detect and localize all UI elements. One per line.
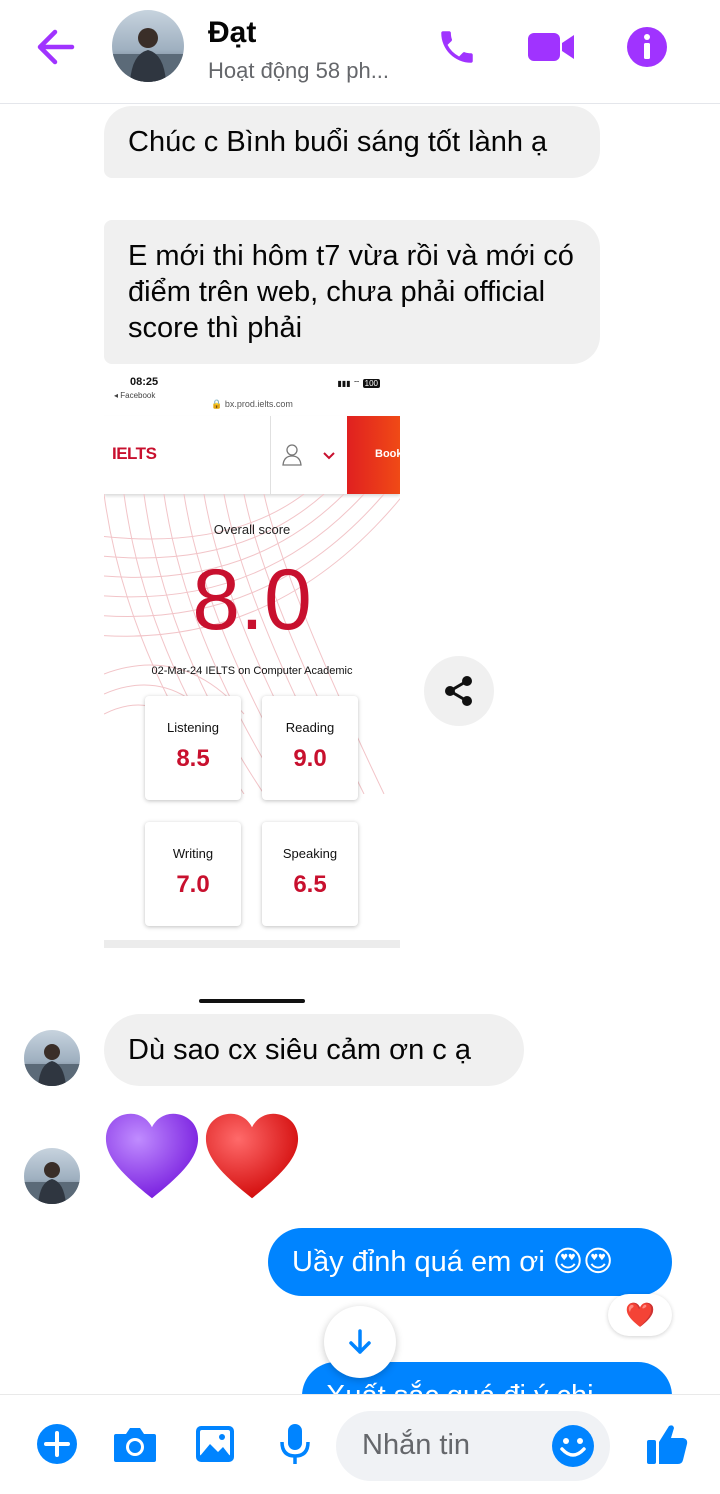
plus-icon [37,1424,77,1464]
incoming-message[interactable]: Dù sao cx siêu cảm ơn c ạ [104,1014,524,1086]
thumbs-up-icon [647,1425,688,1464]
sender-avatar[interactable] [24,1148,80,1204]
contact-name[interactable]: Đạt [208,16,256,50]
camera-icon [114,1428,156,1462]
incoming-message[interactable]: Chúc c Bình buổi sáng tốt lành ạ [104,106,600,178]
conversation-info-button[interactable] [622,22,672,72]
incoming-message[interactable]: E mới thi hôm t7 vừa rồi và mới có điểm … [104,220,600,364]
sender-avatar[interactable] [24,1030,80,1086]
message-placeholder: Nhắn tin [362,1429,471,1461]
signal-icon: ▮▮▮ ⌔ [337,379,363,388]
back-arrow-icon [37,29,75,65]
shared-image-ielts-result[interactable]: 08:25 ◂ Facebook ▮▮▮ ⌔ 100 🔒 bx.prod.iel… [104,370,400,956]
video-camera-icon [528,33,574,61]
book-button: Book [347,416,400,494]
score-card-reading: Reading 9.0 [262,696,358,800]
browser-url: 🔒 bx.prod.ielts.com [211,399,293,409]
reaction-heart-icon: ❤️ [625,1301,655,1329]
red-heart-icon[interactable] [204,1108,300,1204]
message-composer: Nhắn tin [0,1394,720,1494]
chat-header: Đạt Hoạt động 58 ph... [0,0,720,104]
score-card-listening: Listening 8.5 [145,696,241,800]
ielts-logo: IELTS [112,444,157,463]
purple-heart-icon[interactable] [104,1108,200,1204]
active-status: Hoạt động 58 ph... [208,58,390,83]
camera-button[interactable] [112,1421,158,1467]
overall-score-label: Overall score [213,522,291,537]
overall-score-value: 8.0 [192,552,312,648]
more-actions-button[interactable] [34,1421,80,1467]
video-call-button[interactable] [526,22,576,72]
score-card-speaking: Speaking 6.5 [262,822,358,926]
gallery-icon [196,1426,234,1462]
score-card-writing: Writing 7.0 [145,822,241,926]
like-button[interactable] [644,1421,690,1467]
status-time: 08:25 [130,376,159,388]
share-button[interactable] [424,656,494,726]
ielts-navbar: IELTS Book [104,416,400,494]
voice-call-button[interactable] [432,22,482,72]
emoji-icon[interactable] [550,1423,596,1469]
outgoing-message[interactable]: Uầy đỉnh quá em ơi 😍😍 [268,1228,672,1296]
info-icon [627,27,667,67]
message-input[interactable]: Nhắn tin [336,1411,610,1481]
contact-avatar[interactable] [112,10,184,82]
arrow-down-icon [349,1329,371,1354]
message-reaction[interactable]: ❤️ [608,1294,672,1336]
divider [199,999,305,1003]
chevron-down-icon [323,452,335,460]
status-battery: ▮▮▮ ⌔ 100 [337,379,380,388]
gallery-button[interactable] [192,1421,238,1467]
microphone-icon [280,1424,310,1464]
share-icon [445,676,472,706]
scroll-to-bottom-button[interactable] [324,1306,396,1378]
phone-icon [441,31,473,63]
test-info: 02-Mar-24 IELTS on Computer Academic [151,665,353,677]
voice-record-button[interactable] [272,1421,318,1467]
user-icon [282,444,302,466]
back-button[interactable] [30,24,80,70]
